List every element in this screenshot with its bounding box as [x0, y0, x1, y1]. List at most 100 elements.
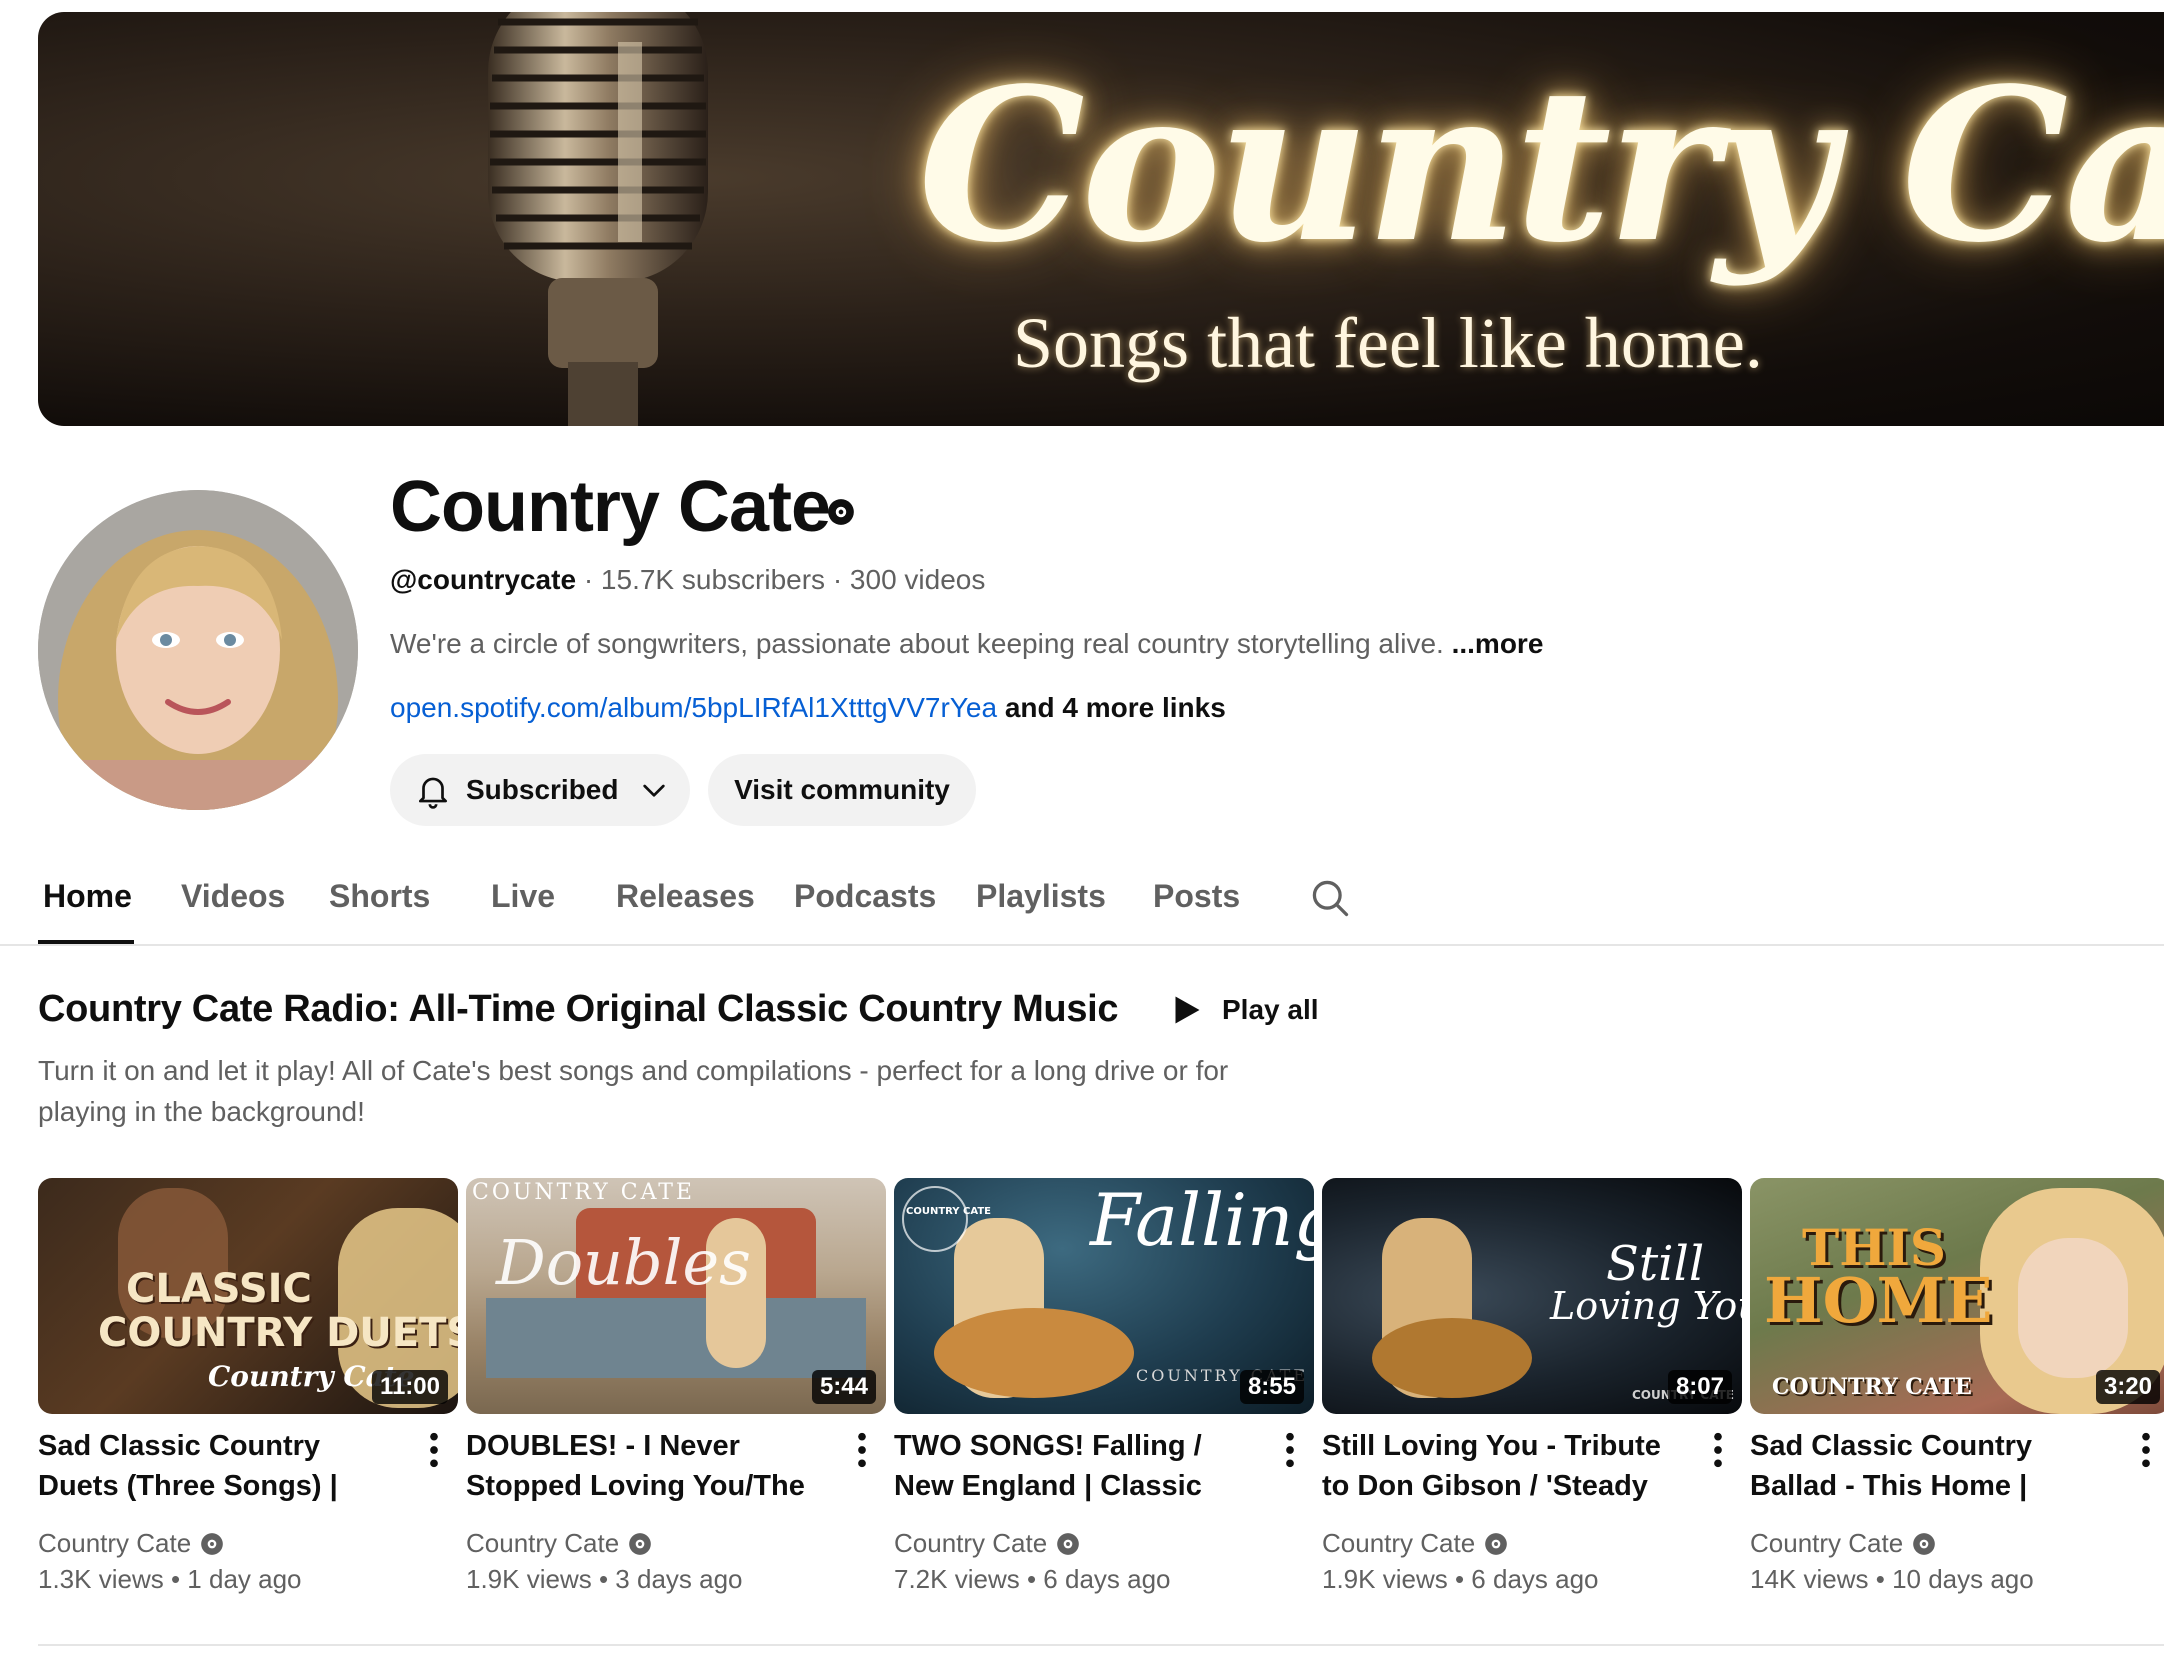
- video-thumbnail[interactable]: COUNTRY CATE Doubles 5:44: [466, 1178, 886, 1414]
- more-options-icon[interactable]: [2132, 1430, 2160, 1470]
- visit-community-button[interactable]: Visit community: [708, 754, 976, 826]
- spotify-link[interactable]: open.spotify.com/album/5bpLIRfAl1XtttgVV…: [390, 692, 997, 723]
- video-title[interactable]: Sad Classic Country Duets (Three Songs) …: [38, 1426, 398, 1506]
- video-card[interactable]: CLASSIC COUNTRY DUETS Country Cate 11:00…: [38, 1178, 458, 1594]
- meta-separator: ·: [832, 564, 850, 595]
- channel-links: open.spotify.com/album/5bpLIRfAl1XtttgVV…: [390, 692, 1226, 724]
- section-description: Turn it on and let it play! All of Cate'…: [38, 1055, 1229, 1127]
- more-options-icon[interactable]: [1276, 1430, 1304, 1470]
- thumbnail-text: COUNTRY CATE: [1772, 1374, 1972, 1400]
- video-views: 1.3K views: [38, 1564, 164, 1594]
- video-channel[interactable]: Country Cate: [466, 1528, 653, 1559]
- video-age: 6 days ago: [1043, 1564, 1171, 1594]
- channel-description[interactable]: We're a circle of songwriters, passionat…: [390, 628, 1543, 660]
- tab-shorts[interactable]: Shorts: [329, 878, 430, 915]
- video-thumbnail[interactable]: COUNTRY CATE Falling COUNTRY CATE 8:55: [894, 1178, 1314, 1414]
- video-duration: 5:44: [811, 1370, 876, 1404]
- tab-videos[interactable]: Videos: [181, 878, 285, 915]
- description-text: We're a circle of songwriters, passionat…: [390, 628, 1444, 659]
- video-card[interactable]: COUNTRY CATE Falling COUNTRY CATE 8:55 T…: [894, 1178, 1314, 1594]
- stats-separator: •: [1454, 1564, 1472, 1594]
- video-age: 6 days ago: [1471, 1564, 1599, 1594]
- verified-icon: [1057, 1532, 1080, 1555]
- video-stats: 7.2K views • 6 days ago: [894, 1564, 1171, 1595]
- meta-separator: ·: [583, 564, 601, 595]
- video-title[interactable]: DOUBLES! - I Never Stopped Loving You/Th…: [466, 1426, 826, 1506]
- video-channel-name: Country Cate: [1322, 1528, 1476, 1558]
- bell-icon: [418, 777, 448, 809]
- video-count: 300 videos: [849, 564, 986, 595]
- video-thumbnail[interactable]: THIS HOME COUNTRY CATE 3:20: [1750, 1178, 2164, 1414]
- video-age: 1 day ago: [187, 1564, 302, 1594]
- video-card[interactable]: Still Loving You COUNTRY CATE 8:07 Still…: [1322, 1178, 1742, 1594]
- tab-live[interactable]: Live: [491, 878, 555, 915]
- tab-releases[interactable]: Releases: [616, 878, 755, 915]
- channel-name: Country Cate: [390, 467, 831, 547]
- channel-handle: @countrycate: [390, 564, 577, 595]
- video-stats: 14K views • 10 days ago: [1750, 1564, 2034, 1595]
- thumbnail-text: COUNTRY CATE: [906, 1206, 991, 1217]
- tab-posts[interactable]: Posts: [1153, 878, 1240, 915]
- tab-podcasts[interactable]: Podcasts: [794, 878, 936, 915]
- thumbnail-text: COUNTRY CATE: [472, 1180, 695, 1205]
- more-options-icon[interactable]: [420, 1430, 448, 1470]
- video-duration: 11:00: [371, 1370, 448, 1404]
- video-stats: 1.3K views • 1 day ago: [38, 1564, 302, 1595]
- stats-separator: •: [598, 1564, 616, 1594]
- video-duration: 8:55: [1239, 1370, 1304, 1404]
- verified-icon: [828, 499, 854, 525]
- video-card[interactable]: THIS HOME COUNTRY CATE 3:20 Sad Classic …: [1750, 1178, 2164, 1594]
- section-divider: [38, 1644, 2164, 1646]
- video-duration: 3:20: [2095, 1370, 2160, 1404]
- verified-icon: [201, 1532, 224, 1555]
- video-thumbnail[interactable]: Still Loving You COUNTRY CATE 8:07: [1322, 1178, 1742, 1414]
- video-age: 3 days ago: [615, 1564, 743, 1594]
- video-title[interactable]: TWO SONGS! Falling / New England | Class…: [894, 1426, 1254, 1506]
- video-channel[interactable]: Country Cate: [1322, 1528, 1509, 1559]
- play-all-label: Play all: [1222, 994, 1319, 1025]
- thumbnail-text: COUNTRY DUETS: [98, 1310, 458, 1356]
- video-thumbnail[interactable]: CLASSIC COUNTRY DUETS Country Cate 11:00: [38, 1178, 458, 1414]
- video-card[interactable]: COUNTRY CATE Doubles 5:44 DOUBLES! - I N…: [466, 1178, 886, 1594]
- video-channel[interactable]: Country Cate: [894, 1528, 1081, 1559]
- video-channel-name: Country Cate: [894, 1528, 1048, 1558]
- avatar-image: [38, 490, 358, 810]
- channel-banner: Country Cate Songs that feel like home.: [38, 12, 2164, 426]
- video-title[interactable]: Still Loving You - Tribute to Don Gibson…: [1322, 1426, 1682, 1506]
- video-channel[interactable]: Country Cate: [1750, 1528, 1937, 1559]
- verified-icon: [1485, 1532, 1508, 1555]
- subscribed-button[interactable]: Subscribed: [390, 754, 690, 826]
- thumbnail-text: HOME: [1764, 1264, 1993, 1337]
- channel-tabs: Home Videos Shorts Live Releases Podcast…: [0, 860, 2164, 946]
- more-links-button[interactable]: and 4 more links: [1005, 692, 1226, 723]
- search-icon[interactable]: [1308, 876, 1352, 920]
- stats-separator: •: [1875, 1564, 1893, 1594]
- play-all-button[interactable]: Play all: [1168, 992, 1319, 1028]
- microphone-image: [488, 12, 708, 426]
- video-channel-name: Country Cate: [38, 1528, 192, 1558]
- video-channel-name: Country Cate: [1750, 1528, 1904, 1558]
- more-options-icon[interactable]: [848, 1430, 876, 1470]
- channel-avatar[interactable]: [38, 490, 358, 810]
- video-views: 1.9K views: [1322, 1564, 1448, 1594]
- stats-separator: •: [170, 1564, 188, 1594]
- channel-meta: @countrycate · 15.7K subscribers · 300 v…: [390, 564, 985, 596]
- subscribed-label: Subscribed: [466, 774, 619, 805]
- thumbnail-text: Loving You: [1550, 1284, 1742, 1328]
- video-views: 7.2K views: [894, 1564, 1020, 1594]
- play-icon: [1175, 996, 1200, 1024]
- video-title[interactable]: Sad Classic Country Ballad - This Home |…: [1750, 1426, 2110, 1506]
- tab-playlists[interactable]: Playlists: [976, 878, 1106, 915]
- tab-home[interactable]: Home: [43, 878, 132, 915]
- video-age: 10 days ago: [1892, 1564, 2034, 1594]
- banner-title: Country Cate: [918, 42, 2164, 289]
- more-link[interactable]: ...more: [1452, 628, 1544, 659]
- active-tab-indicator: [38, 940, 134, 944]
- video-channel[interactable]: Country Cate: [38, 1528, 225, 1559]
- more-options-icon[interactable]: [1704, 1430, 1732, 1470]
- stats-separator: •: [1026, 1564, 1044, 1594]
- video-views: 1.9K views: [466, 1564, 592, 1594]
- section-title[interactable]: Country Cate Radio: All-Time Original Cl…: [38, 988, 1119, 1031]
- thumbnail-text: Doubles: [496, 1226, 751, 1299]
- video-channel-name: Country Cate: [466, 1528, 620, 1558]
